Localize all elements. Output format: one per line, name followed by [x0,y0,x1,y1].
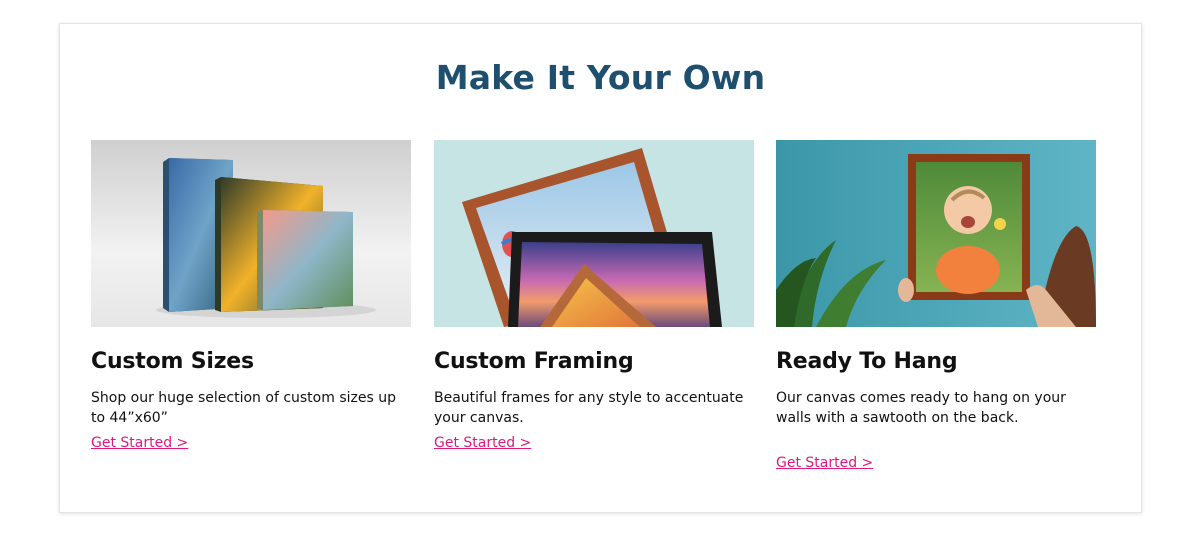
custom-framing-image [434,140,754,327]
card-description: Our canvas comes ready to hang on your w… [776,390,1066,426]
make-it-your-own-panel: Make It Your Own Custom Sizes Shop our h… [59,23,1142,513]
card-ready-to-hang: Ready To Hang Our canvas comes ready to … [776,140,1096,471]
get-started-link[interactable]: Get Started > [434,435,531,451]
custom-sizes-image [91,140,411,327]
card-custom-framing: Custom Framing Beautiful frames for any … [434,140,754,451]
card-custom-sizes: Custom Sizes Shop our huge selection of … [91,140,411,451]
ready-to-hang-image [776,140,1096,327]
card-title: Ready To Hang [776,349,958,374]
section-title: Make It Your Own [435,58,766,97]
card-description: Beautiful frames for any style to accent… [434,390,744,426]
card-title: Custom Framing [434,349,634,374]
get-started-link[interactable]: Get Started > [776,455,873,471]
card-title: Custom Sizes [91,349,254,374]
get-started-link[interactable]: Get Started > [91,435,188,451]
card-description: Shop our huge selection of custom sizes … [91,390,396,426]
